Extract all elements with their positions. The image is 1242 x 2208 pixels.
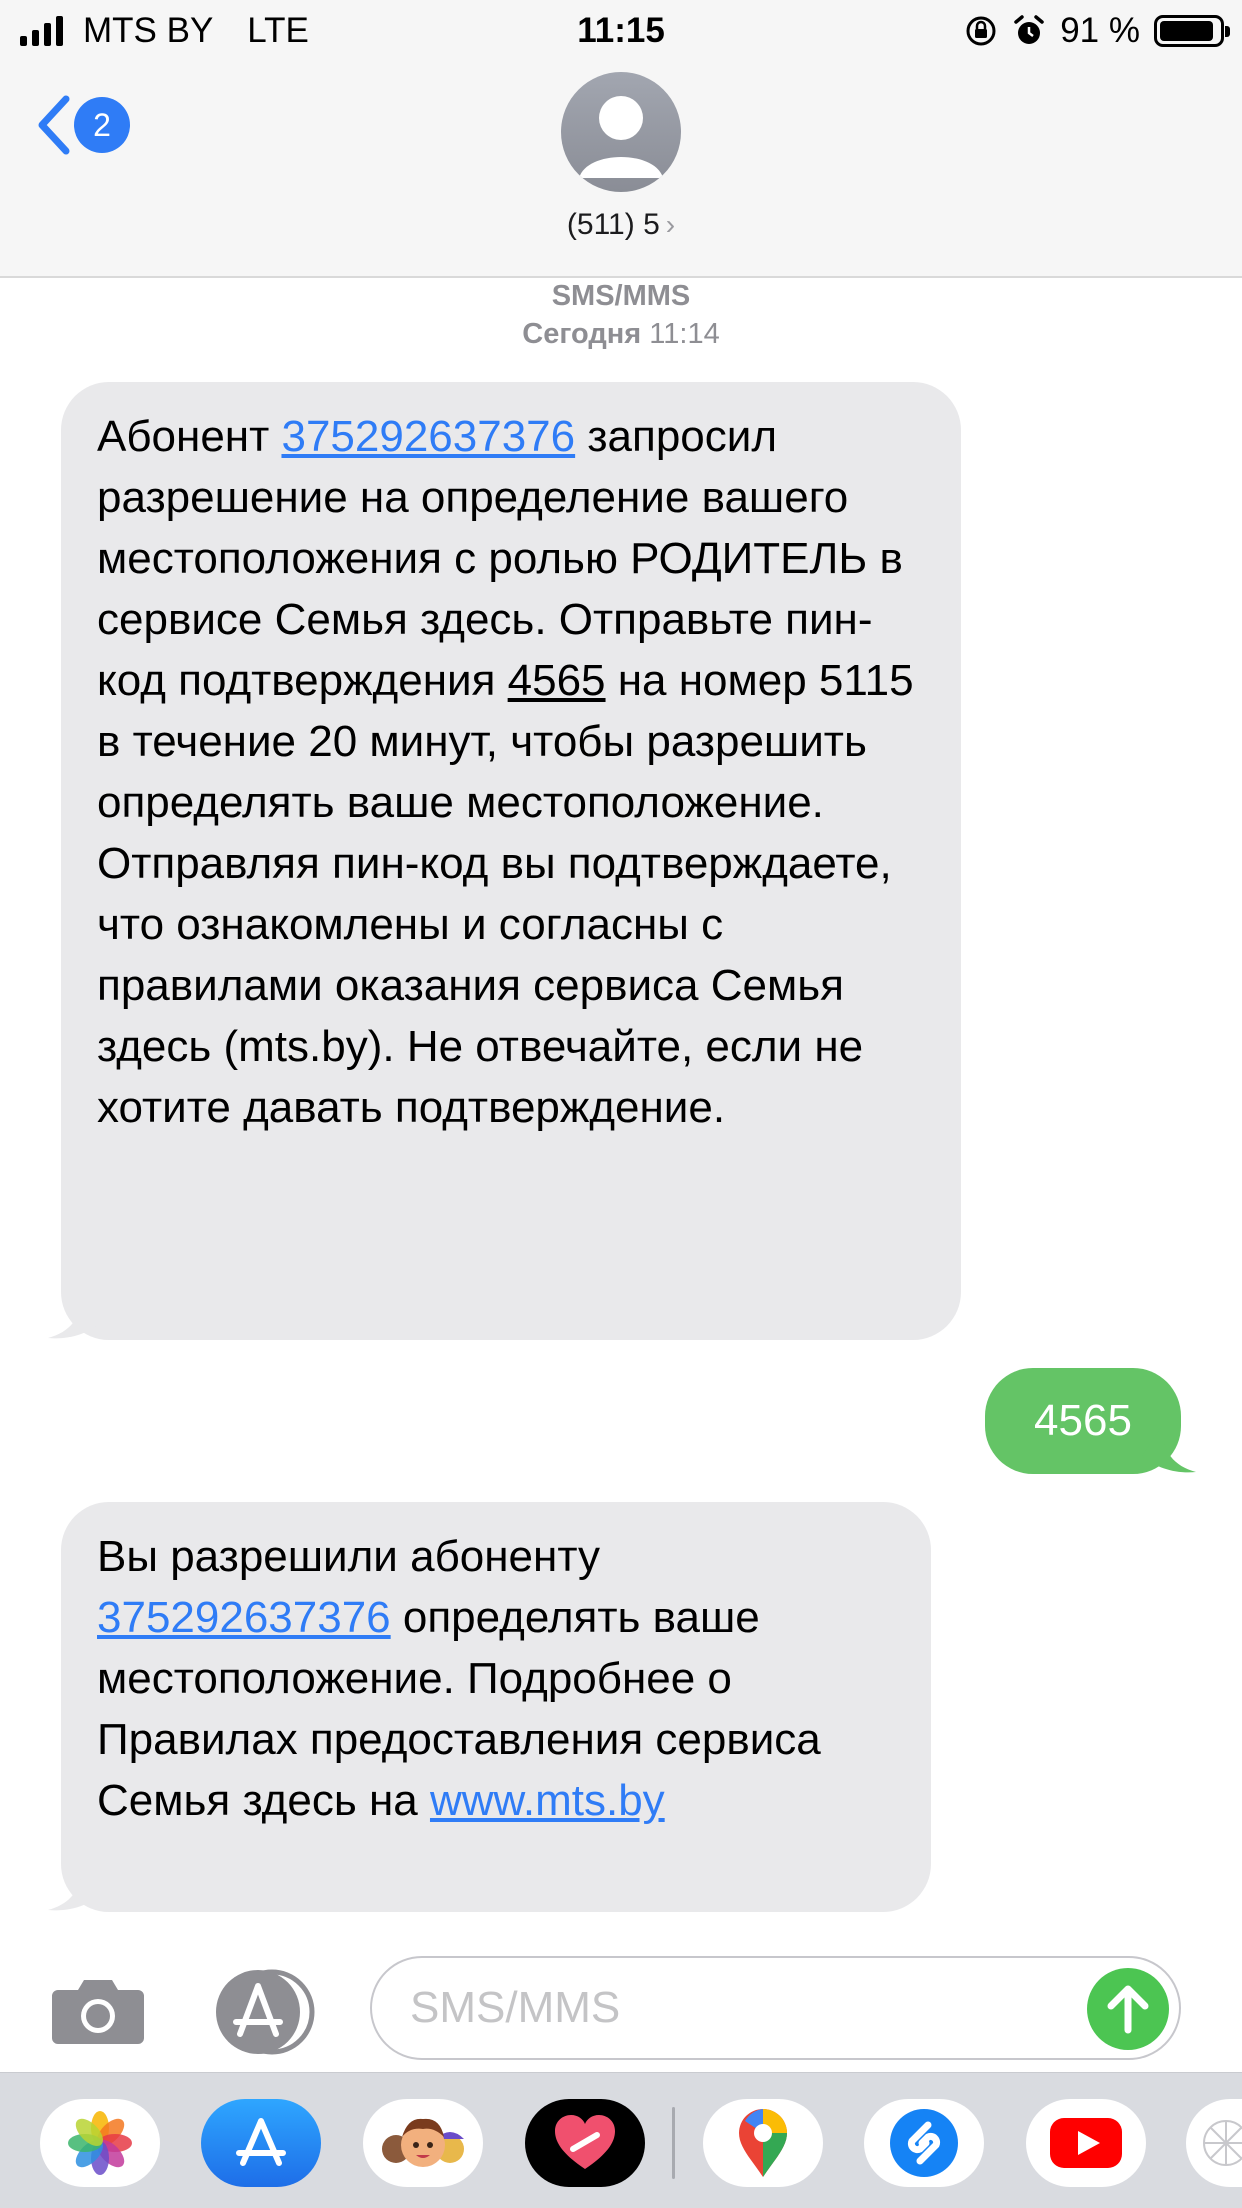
grid-pattern-icon — [1203, 2120, 1242, 2166]
send-button[interactable] — [1087, 1968, 1169, 2050]
status-bar: MTS BY LTE 11:15 91 % — [0, 0, 1242, 62]
photos-icon[interactable] — [40, 2099, 160, 2187]
battery-level — [1160, 21, 1213, 41]
digital-touch-icon[interactable] — [525, 2099, 645, 2187]
memoji-faces-icon — [382, 2118, 464, 2167]
message-input-field[interactable] — [370, 1956, 1181, 2060]
app-drawer — [0, 2072, 1242, 2208]
shazam-icon[interactable] — [864, 2099, 984, 2187]
heart-icon — [555, 2115, 615, 2169]
compose-bar — [0, 1952, 1242, 2072]
conversation-timestamp: Сегодня 11:14 — [0, 318, 1242, 351]
message-text: на номер 5115 в течение 20 минут, чтобы … — [97, 656, 914, 1132]
unread-count-badge: 2 — [74, 97, 130, 153]
arrow-up-icon — [1107, 1985, 1149, 2034]
conversation-header: 2 (511) 5 › — [0, 62, 1242, 278]
status-right: 91 % — [964, 8, 1230, 54]
pin-code[interactable]: 4565 — [508, 656, 606, 705]
app-store-icon[interactable] — [201, 2099, 321, 2187]
contact-name: (511) 5 — [566, 208, 660, 241]
drawer-divider — [672, 2107, 675, 2179]
shazam-logo-icon — [890, 2109, 958, 2177]
camera-icon[interactable] — [50, 1974, 146, 2046]
more-apps-icon[interactable] — [1186, 2099, 1242, 2187]
date-label: Сегодня — [522, 318, 642, 350]
conversation-service-label: SMS/MMS — [551, 280, 691, 312]
orientation-lock-icon — [966, 16, 996, 46]
app-store-button[interactable] — [210, 1964, 320, 2060]
contact-avatar[interactable] — [561, 72, 681, 192]
photos-flower-icon — [68, 2111, 132, 2175]
back-button[interactable]: 2 — [34, 90, 130, 160]
phone-link[interactable]: 375292637376 — [281, 412, 575, 461]
bubble-tail — [1142, 1426, 1196, 1473]
chevron-left-icon — [38, 95, 70, 155]
phone-link[interactable]: 375292637376 — [97, 1593, 391, 1642]
website-link[interactable]: www.mts.by — [430, 1776, 665, 1825]
app-store-glyph — [236, 2118, 286, 2166]
date-time: 11:14 — [649, 318, 720, 350]
map-pin-icon — [739, 2109, 787, 2177]
youtube-play-icon — [1050, 2118, 1122, 2168]
battery-icon — [1154, 15, 1230, 47]
bubble-tail — [48, 1292, 102, 1339]
memoji-icon[interactable] — [363, 2099, 483, 2187]
person-icon — [579, 96, 663, 178]
youtube-icon[interactable] — [1026, 2099, 1146, 2187]
incoming-message[interactable]: Абонент 375292637376 запросил разрешение… — [61, 382, 961, 1340]
bubble-tail — [48, 1864, 102, 1911]
message-input[interactable] — [410, 1958, 1050, 2058]
alarm-icon — [1014, 15, 1044, 44]
chevron-right-icon: › — [665, 209, 676, 240]
contact-name-button[interactable]: (511) 5 › — [0, 208, 1242, 242]
battery-percent: 91 % — [1060, 11, 1140, 50]
google-maps-icon[interactable] — [703, 2099, 823, 2187]
message-text: Вы разрешили абоненту — [97, 1532, 600, 1581]
message-text: Абонент — [97, 412, 282, 461]
incoming-message[interactable]: Вы разрешили абоненту 375292637376 опред… — [61, 1502, 931, 1912]
